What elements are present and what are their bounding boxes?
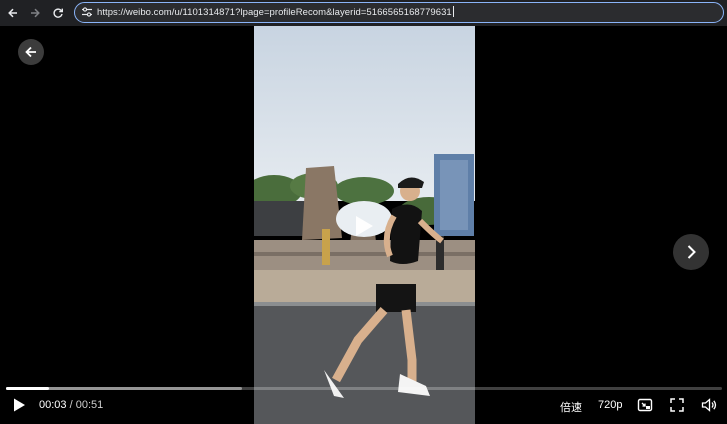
back-icon xyxy=(25,46,36,58)
forward-arrow-icon[interactable] xyxy=(26,4,44,22)
reload-icon[interactable] xyxy=(49,4,67,22)
quality-button[interactable]: 720p xyxy=(598,399,622,411)
play-icon[interactable] xyxy=(11,397,27,413)
volume-icon[interactable] xyxy=(701,397,717,413)
browser-toolbar: https://weibo.com/u/1101314871?lpage=pro… xyxy=(0,0,727,26)
center-play-icon[interactable] xyxy=(353,214,375,238)
mini-window-icon[interactable] xyxy=(637,397,653,413)
next-video-button[interactable] xyxy=(673,234,709,270)
back-button[interactable] xyxy=(18,39,44,65)
back-arrow-icon[interactable] xyxy=(4,4,22,22)
address-bar[interactable]: https://weibo.com/u/1101314871?lpage=pro… xyxy=(74,2,724,23)
time-display: 00:03 / 00:51 xyxy=(39,399,103,411)
current-time: 00:03 xyxy=(39,399,67,411)
progress-bar[interactable] xyxy=(6,387,722,390)
video-stage: 00:03 / 00:51 倍速 720p xyxy=(0,26,727,424)
site-settings-icon[interactable] xyxy=(81,6,93,18)
time-separator: / xyxy=(69,399,73,411)
next-video-icon xyxy=(687,245,696,259)
fullscreen-icon[interactable] xyxy=(669,397,685,413)
speed-button[interactable]: 倍速 xyxy=(560,399,582,415)
url-text[interactable]: https://weibo.com/u/1101314871?lpage=pro… xyxy=(97,6,454,18)
duration: 00:51 xyxy=(75,399,104,411)
played-range xyxy=(6,387,49,390)
